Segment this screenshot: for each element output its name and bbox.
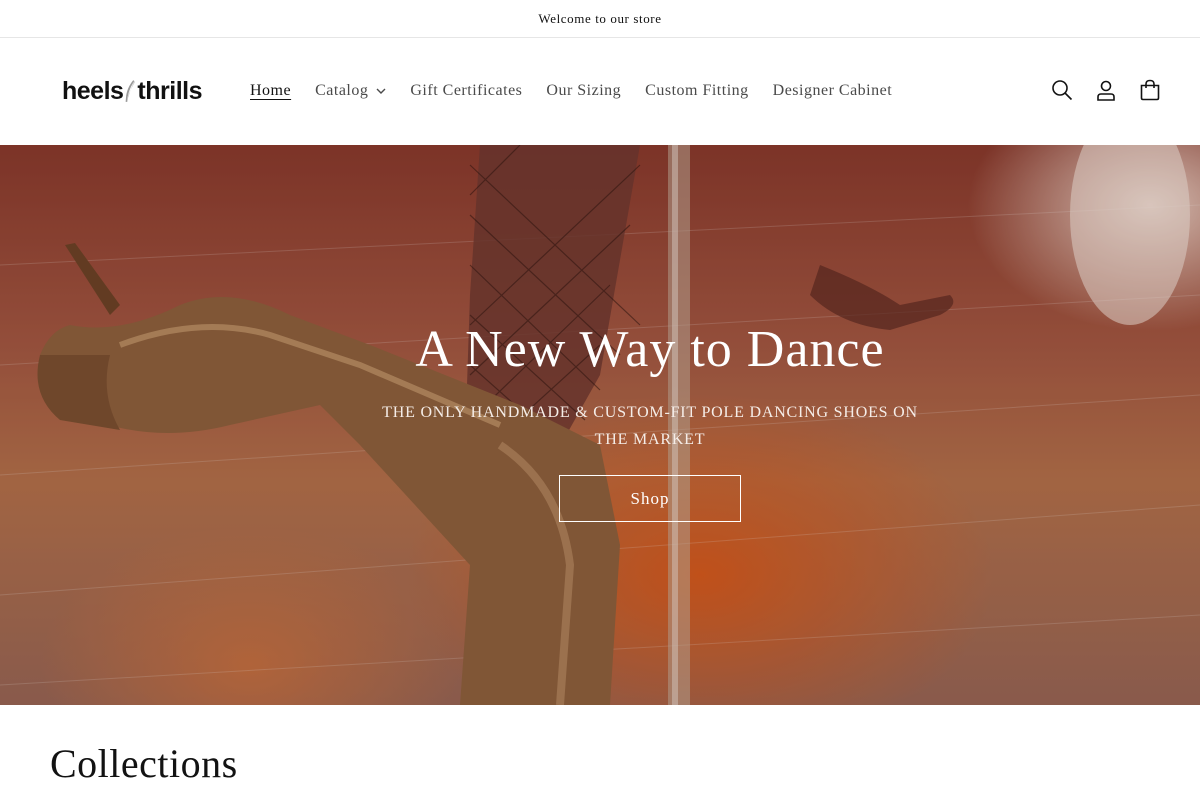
nav-item-designer-cabinet[interactable]: Designer Cabinet — [761, 82, 905, 100]
chevron-down-icon — [376, 88, 386, 94]
nav-item-label: Our Sizing — [546, 82, 622, 99]
logo-text-left: heels — [62, 76, 124, 105]
nav-item-custom-fitting[interactable]: Custom Fitting — [633, 82, 760, 100]
hero-banner: A New Way to Dance THE ONLY HANDMADE & C… — [0, 145, 1200, 705]
nav-item-home[interactable]: Home — [238, 82, 303, 100]
hero-content: A New Way to Dance THE ONLY HANDMADE & C… — [0, 320, 1200, 522]
store-logo[interactable]: heels thrills — [62, 66, 202, 116]
collections-heading: Collections — [50, 741, 238, 786]
header-actions — [1050, 78, 1162, 102]
nav-item-catalog[interactable]: Catalog — [303, 82, 398, 100]
shop-button[interactable]: Shop — [559, 475, 741, 522]
nav-item-label: Designer Cabinet — [772, 82, 893, 99]
announcement-bar: Welcome to our store — [0, 0, 1200, 38]
nav-item-gift-certificates[interactable]: Gift Certificates — [398, 82, 534, 100]
nav-item-label: Gift Certificates — [410, 82, 523, 99]
cart-icon[interactable] — [1138, 78, 1162, 102]
main-nav: Home Catalog Gift Certificates Our Sizin… — [238, 78, 904, 104]
logo-text-right: thrills — [137, 76, 202, 105]
search-icon[interactable] — [1050, 78, 1074, 102]
nav-item-label: Catalog — [315, 82, 369, 99]
site-header: heels thrills Home Catalog Gift Certific… — [0, 38, 1200, 145]
hero-title: A New Way to Dance — [415, 321, 885, 378]
nav-item-label: Custom Fitting — [645, 82, 749, 99]
nav-item-our-sizing[interactable]: Our Sizing — [534, 82, 633, 100]
announcement-text: Welcome to our store — [538, 10, 662, 26]
nav-item-label: Home — [250, 82, 292, 99]
account-icon[interactable] — [1094, 78, 1118, 102]
hero-subtitle: THE ONLY HANDMADE & CUSTOM-FIT POLE DANC… — [382, 404, 918, 448]
high-heel-logo-icon — [126, 80, 136, 102]
